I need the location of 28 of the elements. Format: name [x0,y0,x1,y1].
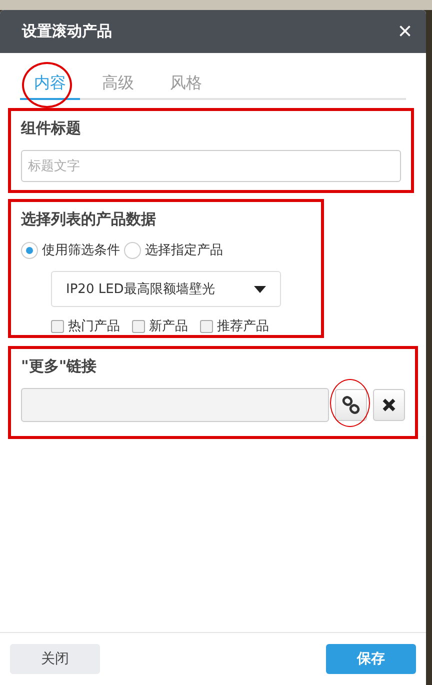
section-heading: "更多"链接 [21,357,98,376]
close-button[interactable]: × [398,20,412,44]
section-heading: 组件标题 [21,119,82,138]
caret-icon [254,286,266,292]
close-dialog-button[interactable]: 关闭 [10,644,100,674]
checkbox[interactable] [132,320,145,332]
radio-label: 使用筛选条件 [42,242,120,259]
radio-label: 选择指定产品 [145,242,223,259]
checkbox[interactable] [51,320,64,332]
dialog-title: 设置滚动产品 [22,22,112,41]
title-field[interactable]: 标题文字 [21,150,401,182]
checkbox-label: 热门产品 [68,318,120,335]
radio-button[interactable] [21,242,38,258]
clear-icon [382,398,396,412]
link-icon [342,396,360,414]
checkbox[interactable] [200,320,213,332]
link-field[interactable] [21,388,329,422]
link-button[interactable] [335,389,367,421]
clear-button[interactable] [373,389,405,421]
tab[interactable]: 高级 [88,65,148,100]
product-dropdown[interactable]: IP20 LED最高限额墙壁光 [51,271,281,307]
tab[interactable]: 内容 [20,65,80,100]
radio-button[interactable] [124,242,141,258]
section-heading: 选择列表的产品数据 [21,210,157,229]
checkbox-label: 新产品 [149,318,188,335]
tab[interactable]: 风格 [156,65,216,100]
checkbox-label: 推荐产品 [217,318,269,335]
save-button[interactable]: 保存 [326,644,416,674]
